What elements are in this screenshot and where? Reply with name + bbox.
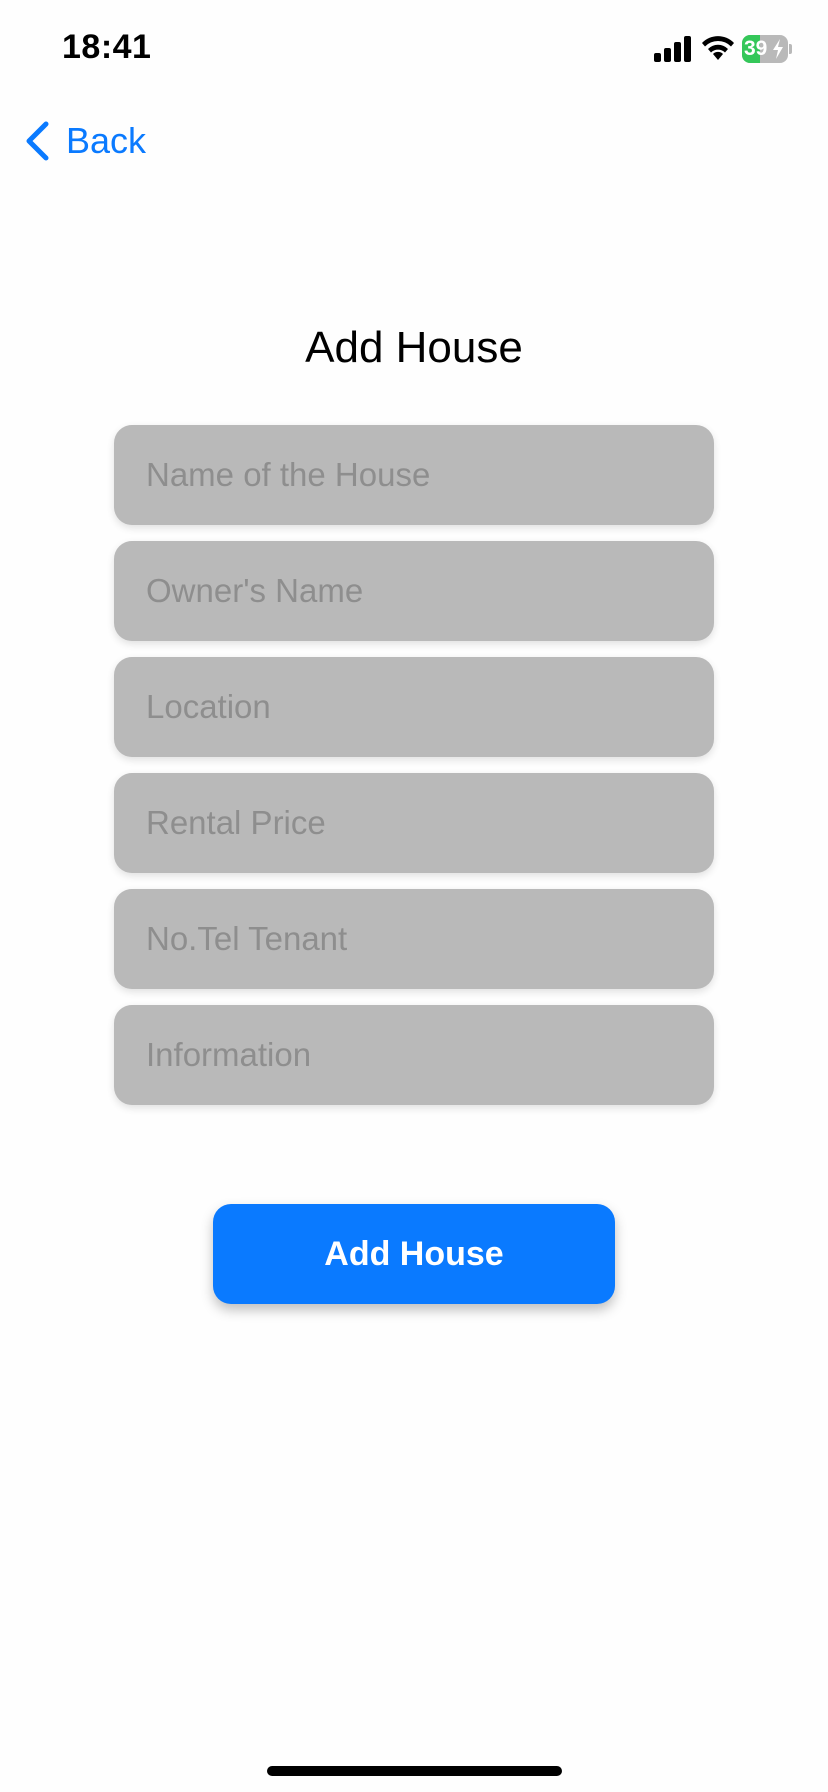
rental-price-input[interactable] [114,773,714,873]
battery-percent: 39 [744,37,768,60]
back-label: Back [66,120,147,161]
chevron-left-icon [26,121,49,161]
signal-icon [654,36,691,62]
add-house-form [114,425,714,1121]
battery-cap [789,44,792,54]
add-house-button[interactable]: Add House [213,1204,615,1304]
status-time: 18:41 [62,28,152,66]
bolt-icon [773,39,783,59]
owner-name-input[interactable] [114,541,714,641]
status-bar: 18:41 39 [0,0,828,100]
battery-icon: 39 [742,35,792,63]
tenant-phone-input[interactable] [114,889,714,989]
information-input[interactable] [114,1005,714,1105]
location-input[interactable] [114,657,714,757]
page-title: Add House [305,323,523,372]
home-indicator [267,1766,562,1776]
back-button[interactable]: Back [24,118,146,164]
wifi-icon [702,36,734,60]
battery-body: 39 [742,35,788,63]
house-name-input[interactable] [114,425,714,525]
